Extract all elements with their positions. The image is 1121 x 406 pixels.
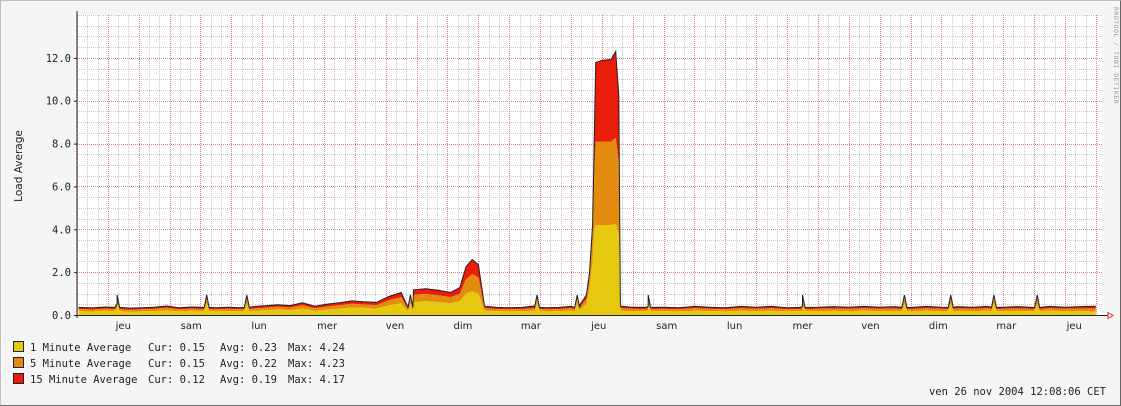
legend-item-5min: 5 Minute Average Cur: 0.15 Avg: 0.22 Max: 4… (13, 357, 345, 370)
y-tick-label: 4.0 (52, 224, 71, 236)
legend-cur: Cur: 0.12 (148, 374, 205, 386)
legend-swatch-5min (13, 357, 24, 368)
legend-swatch-1min (13, 341, 24, 352)
x-tick-label: jeu (115, 321, 131, 332)
x-tick-label: sam (181, 321, 202, 332)
legend-label: 5 Minute Average (30, 358, 132, 370)
x-tick-label: ven (861, 321, 879, 332)
y-axis-label: Load Average (13, 130, 25, 202)
x-tick-label: dim (929, 321, 948, 332)
legend-label: 1 Minute Average (30, 342, 132, 354)
x-axis-arrow (1107, 311, 1114, 320)
timestamp-footer: ven 26 nov 2004 12:08:06 CET (928, 386, 1106, 398)
legend-max: Max: 4.17 (288, 374, 345, 386)
y-tick-label: 6.0 (52, 181, 71, 193)
x-tick-label: lun (727, 321, 742, 332)
x-tick-label: sam (656, 321, 677, 332)
x-tick-label: mar (521, 321, 542, 332)
x-tick-label: ven (386, 321, 404, 332)
y-tick-label: 2.0 (52, 267, 71, 279)
x-tick-label: mar (996, 321, 1017, 332)
x-tick-label: mer (317, 321, 338, 332)
x-tick-label: dim (453, 321, 472, 332)
legend-avg: Avg: 0.23 (220, 342, 277, 354)
legend-avg: Avg: 0.19 (220, 374, 277, 386)
legend-cur: Cur: 0.15 (148, 358, 205, 370)
x-tick-label: lun (251, 321, 266, 332)
legend-label: 15 Minute Average (30, 374, 138, 386)
legend-max: Max: 4.23 (288, 358, 345, 370)
rrdtool-watermark: RRDTOOL / TOBI OETIKER (1112, 7, 1120, 105)
legend-avg: Avg: 0.22 (220, 358, 277, 370)
y-tick-label: 8.0 (52, 139, 71, 151)
y-tick-label: 0.0 (52, 310, 71, 322)
legend-item-15min: 15 Minute Average Cur: 0.12 Avg: 0.19 Max: … (13, 373, 345, 386)
legend-max: Max: 4.24 (288, 342, 345, 354)
graph-frame: 0.0 2.0 4.0 6.0 8.0 10.0 12.0 jeu sam lun mer ven di… (0, 0, 1121, 406)
x-tick-label: jeu (590, 321, 606, 332)
x-tick-label: jeu (1066, 321, 1082, 332)
x-tick-label: mer (793, 321, 814, 332)
legend-item-1min: 1 Minute Average Cur: 0.15 Avg: 0.23 Max: 4… (13, 341, 345, 354)
legend-swatch-15min (13, 373, 24, 384)
y-tick-label: 10.0 (46, 96, 71, 108)
legend-cur: Cur: 0.15 (148, 342, 205, 354)
y-tick-label: 12.0 (46, 53, 71, 65)
